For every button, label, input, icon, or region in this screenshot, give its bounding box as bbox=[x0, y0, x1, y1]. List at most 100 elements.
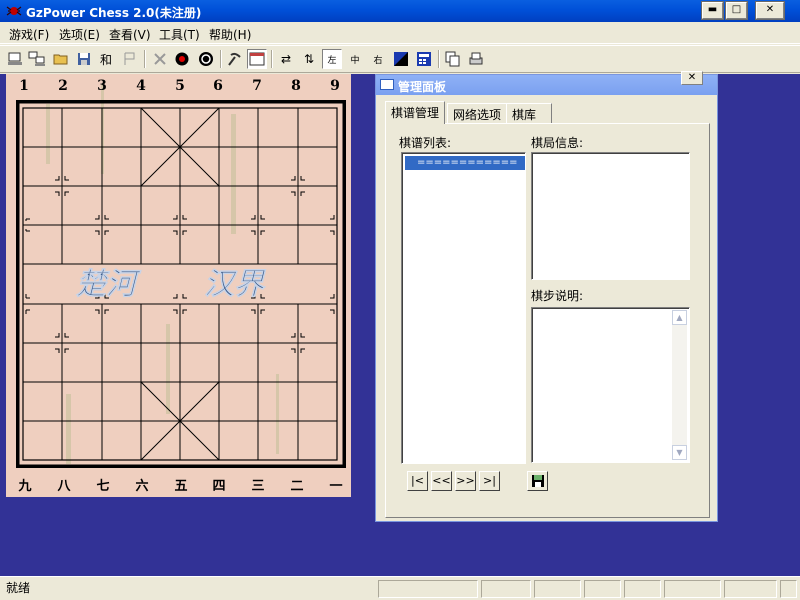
toolbar: 和 ⇄ ⇅ 左 中 右 bbox=[0, 45, 800, 73]
management-panel: 管理面板 ✕ 棋谱管理 网络选项 棋库 棋谱列表: ============ 棋… bbox=[375, 71, 718, 522]
file-label-top: 9 bbox=[330, 78, 340, 94]
move-notes-scrollbar[interactable]: ▲ ▼ bbox=[672, 310, 687, 460]
file-label-bottom: 八 bbox=[57, 479, 71, 494]
panel-title: 管理面板 bbox=[398, 80, 447, 94]
swap-sides-button[interactable]: ⇄ bbox=[276, 49, 296, 69]
close-button[interactable]: ✕ bbox=[755, 1, 785, 20]
pick-icon bbox=[228, 52, 241, 66]
chess-piece-icon bbox=[199, 52, 213, 66]
tab-record-management[interactable]: 棋谱管理 bbox=[385, 101, 446, 124]
minimize-icon: ▬ bbox=[707, 4, 718, 15]
file-label-bottom: 四 bbox=[212, 479, 226, 494]
maximize-icon: □ bbox=[731, 4, 742, 15]
file-label-bottom: 五 bbox=[174, 479, 188, 494]
previous-move-button[interactable]: << bbox=[431, 471, 452, 491]
scroll-up-icon[interactable]: ▲ bbox=[672, 310, 687, 325]
printer-icon bbox=[469, 52, 483, 65]
app-spider-icon bbox=[6, 6, 22, 16]
flag-icon bbox=[124, 52, 135, 65]
tab-content: 棋谱列表: ============ 棋局信息: 棋步说明: ▲ ▼ bbox=[385, 123, 710, 518]
menu-tools[interactable]: 工具(T) bbox=[159, 26, 200, 43]
menu-help[interactable]: 帮助(H) bbox=[209, 26, 251, 43]
save-button[interactable] bbox=[74, 49, 94, 69]
stop-button[interactable] bbox=[172, 49, 192, 69]
first-move-button[interactable]: |< bbox=[407, 471, 428, 491]
move-notes-label: 棋步说明: bbox=[531, 289, 584, 303]
title-bar: GzPower Chess 2.0(未注册) ▬ □ ✕ bbox=[0, 0, 800, 22]
open-button[interactable] bbox=[51, 49, 71, 69]
board-grid[interactable]: 楚河 汉界 bbox=[16, 100, 346, 468]
last-move-button[interactable]: >| bbox=[479, 471, 500, 491]
menu-options[interactable]: 选项(E) bbox=[59, 26, 100, 43]
swap-horizontal-icon: ⇄ bbox=[280, 52, 292, 66]
edit-board-button[interactable] bbox=[224, 49, 244, 69]
record-list-label: 棋谱列表: bbox=[399, 136, 452, 150]
toolbar-separator bbox=[220, 50, 222, 68]
status-panel bbox=[724, 580, 777, 598]
floppy-disk-icon bbox=[531, 475, 544, 487]
board-window-button[interactable] bbox=[247, 49, 267, 69]
copy-button[interactable] bbox=[443, 49, 463, 69]
x-mark-icon bbox=[154, 53, 166, 65]
file-label-top: 2 bbox=[58, 78, 68, 94]
theme-button[interactable] bbox=[391, 49, 411, 69]
file-label-bottom: 三 bbox=[251, 479, 265, 494]
file-label-top: 5 bbox=[175, 78, 185, 94]
align-right-button[interactable]: 右 bbox=[368, 49, 388, 69]
record-list[interactable]: ============ bbox=[401, 152, 526, 464]
menu-game[interactable]: 游戏(F) bbox=[9, 26, 49, 43]
menu-bar: 游戏(F) 选项(E) 查看(V) 工具(T) 帮助(H) bbox=[0, 22, 800, 44]
draw-button[interactable]: 和 bbox=[96, 49, 116, 69]
save-record-button[interactable] bbox=[527, 471, 548, 491]
file-label-bottom: 九 bbox=[18, 479, 32, 494]
align-left-button[interactable]: 左 bbox=[322, 49, 342, 69]
next-move-button[interactable]: >> bbox=[455, 471, 476, 491]
panel-close-button[interactable]: ✕ bbox=[681, 71, 703, 85]
file-label-bottom: 七 bbox=[96, 479, 110, 494]
minimize-button[interactable]: ▬ bbox=[701, 1, 724, 20]
maximize-button[interactable]: □ bbox=[725, 1, 748, 20]
status-bar: 就绪 bbox=[0, 576, 800, 600]
list-item[interactable]: ============ bbox=[405, 156, 525, 170]
file-label-top: 8 bbox=[291, 78, 301, 94]
tab-network-options[interactable]: 网络选项 bbox=[447, 103, 508, 123]
align-right-label: 右 bbox=[373, 55, 383, 66]
network-computers-button[interactable] bbox=[27, 49, 47, 69]
panel-window-icon bbox=[380, 79, 394, 90]
flag-button[interactable] bbox=[119, 49, 139, 69]
file-label-top: 3 bbox=[97, 78, 107, 94]
tab-library[interactable]: 棋库 bbox=[506, 103, 552, 123]
draw-label: 和 bbox=[99, 52, 112, 67]
file-label-bottom: 六 bbox=[135, 479, 149, 494]
open-folder-icon bbox=[53, 54, 68, 65]
color-theme-icon bbox=[394, 52, 408, 66]
single-computer-button[interactable] bbox=[5, 49, 25, 69]
menu-view[interactable]: 查看(V) bbox=[109, 26, 151, 43]
window-icon bbox=[249, 52, 265, 66]
engine-button[interactable] bbox=[196, 49, 216, 69]
window-title: GzPower Chess 2.0(未注册) bbox=[26, 6, 202, 20]
copy-icon bbox=[445, 51, 460, 67]
delete-button[interactable] bbox=[150, 49, 170, 69]
print-button[interactable] bbox=[466, 49, 486, 69]
toolbar-separator bbox=[271, 50, 273, 68]
scroll-down-icon[interactable]: ▼ bbox=[672, 445, 687, 460]
game-info-label: 棋局信息: bbox=[531, 136, 584, 150]
file-label-top: 4 bbox=[136, 78, 146, 94]
file-label-top: 6 bbox=[213, 78, 223, 94]
stop-icon bbox=[175, 52, 189, 66]
toolbar-separator bbox=[438, 50, 440, 68]
river-text-left: 楚河 bbox=[76, 267, 142, 302]
file-label-bottom: 一 bbox=[329, 479, 343, 494]
computers-icon bbox=[28, 51, 45, 66]
calculator-icon bbox=[417, 52, 431, 66]
panel-title-bar[interactable]: 管理面板 bbox=[376, 75, 717, 95]
computer-icon bbox=[8, 52, 22, 65]
move-notes-textarea[interactable]: ▲ ▼ bbox=[531, 307, 690, 463]
flip-board-button[interactable]: ⇅ bbox=[299, 49, 319, 69]
game-info-box[interactable] bbox=[531, 152, 690, 280]
timer-button[interactable] bbox=[414, 49, 434, 69]
status-panel bbox=[624, 580, 661, 598]
close-icon: ✕ bbox=[687, 72, 697, 83]
align-center-button[interactable]: 中 bbox=[345, 49, 365, 69]
